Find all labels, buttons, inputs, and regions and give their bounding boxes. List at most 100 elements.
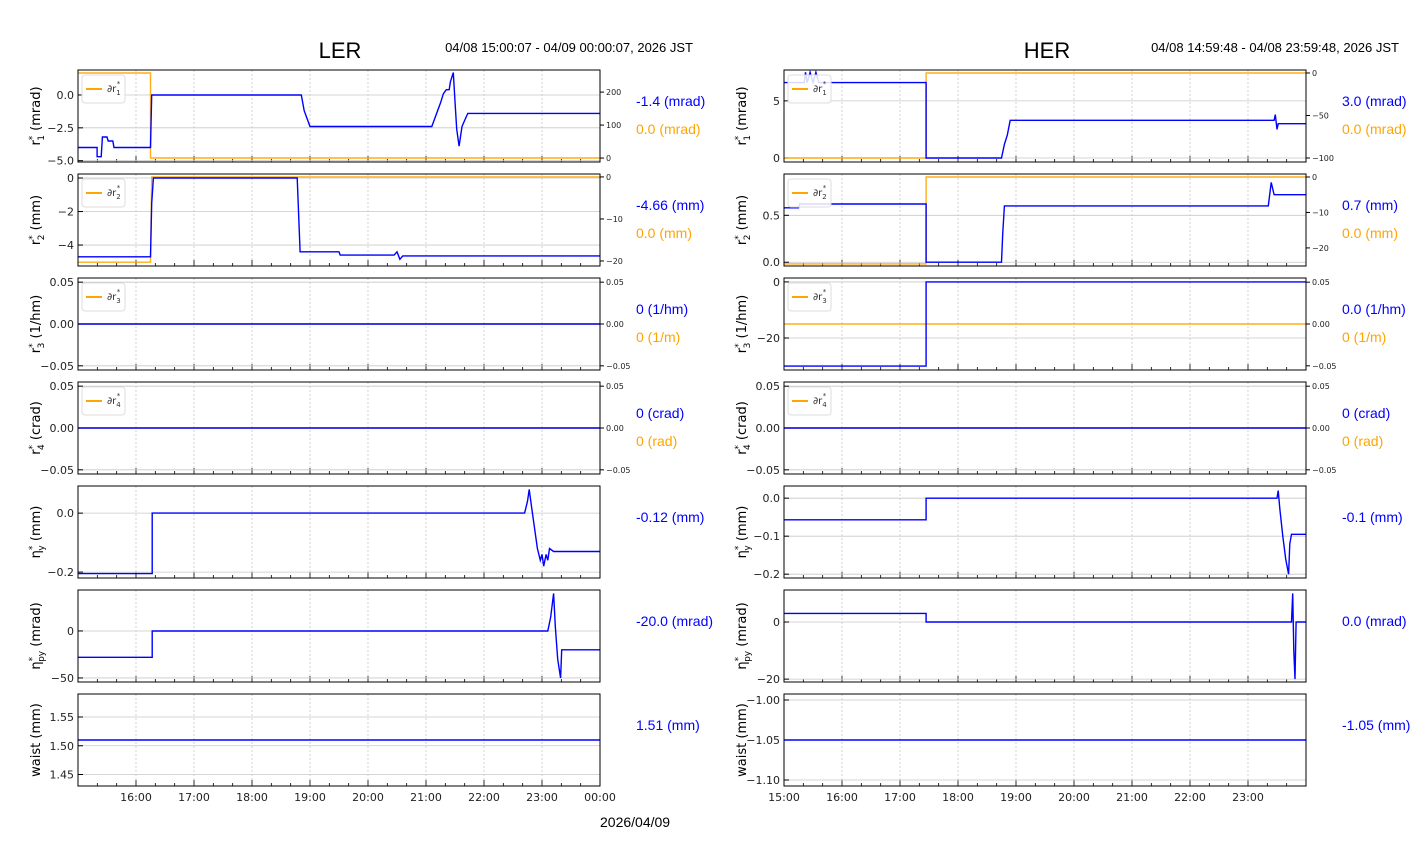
y-axis-label-unit: (mrad) xyxy=(735,602,750,651)
y-axis-label: r*2 (mm) xyxy=(734,195,753,245)
legend-superscript: * xyxy=(823,392,827,400)
current-value-readout: 0.7 (mm) xyxy=(1342,197,1398,213)
x-tick-label: 22:00 xyxy=(468,791,500,804)
y-axis-label-unit: (mm) xyxy=(29,195,44,235)
right-y-tick-label: 0.00 xyxy=(1312,320,1330,329)
y-axis-label-unit: (1/hm) xyxy=(735,295,750,343)
series-line-value xyxy=(784,593,1306,680)
legend-superscript: * xyxy=(823,288,827,296)
y-tick-label: −0.1 xyxy=(753,530,780,543)
right-y-tick-label: 0 xyxy=(1312,173,1317,182)
y-axis-label: r*3 (1/hm) xyxy=(28,295,47,353)
y-axis-label: r*2 (mm) xyxy=(28,195,47,245)
y-axis-label-unit: (mm) xyxy=(735,195,750,235)
y-tick-label: −4 xyxy=(58,239,74,252)
y-axis-label: waist (mm) xyxy=(29,703,44,777)
y-tick-label: −0.05 xyxy=(746,464,780,477)
current-value-readout: -0.1 (mm) xyxy=(1342,509,1403,525)
y-axis-label: r*1 (mrad) xyxy=(734,86,753,145)
panel-7: −1.00 −1.05 −1.10waist (mm) -1.05 (mm) xyxy=(735,693,1410,787)
x-tick-label: 17:00 xyxy=(178,791,210,804)
y-tick-label: −0.05 xyxy=(40,464,74,477)
current-value-readout: 0 (rad) xyxy=(1342,433,1383,449)
current-value-readout: 1.51 (mm) xyxy=(636,717,700,733)
chart-her: HER 04/08 14:59:48 - 04/08 23:59:48, 2026… xyxy=(734,38,1410,804)
right-y-tick-label: 0.00 xyxy=(1312,424,1330,433)
legend-subscript: 1 xyxy=(822,89,826,97)
y-tick-label: 0.0 xyxy=(57,507,75,520)
panel-7: 1.55 1.50 1.45 waist (mm) 1.51 (mm) xyxy=(29,693,700,787)
y-axis-label-unit: (crad) xyxy=(735,401,750,444)
chart-title: HER xyxy=(1024,38,1070,63)
y-tick-label: 0 xyxy=(773,152,780,165)
x-tick-label: 00:00 xyxy=(584,791,616,804)
y-tick-label: 0.5 xyxy=(763,209,781,222)
current-value-readout: 0.0 (mm) xyxy=(1342,225,1398,241)
legend-subscript: 4 xyxy=(116,401,121,409)
right-y-tick-label: −20 xyxy=(606,257,623,266)
y-tick-label: 0.0 xyxy=(763,492,781,505)
series-line-delta xyxy=(78,72,600,159)
y-tick-label: −50 xyxy=(51,672,74,685)
legend-subscript: 1 xyxy=(116,89,120,97)
series-line-value xyxy=(78,593,600,679)
x-tick-label: 17:00 xyxy=(884,791,916,804)
y-tick-label: 1.55 xyxy=(50,711,75,724)
right-y-tick-label: 0 xyxy=(1312,69,1317,78)
panel-4: 0.05 0.00 −0.05 0.05 0.00 −0.05 r*4 (crad) ∂r4*… xyxy=(28,380,684,477)
panel-2: 0 −2 −4 0 −10 −20 r*2 (mm) ∂r2* -4.66 (mm) 0.0 (m… xyxy=(28,172,704,267)
chart-time-range: 04/08 14:59:48 - 04/08 23:59:48, 2026 JS… xyxy=(1151,40,1399,55)
series-line-value xyxy=(78,72,600,158)
y-axis-label-unit: (mm) xyxy=(735,506,750,546)
y-tick-label: −2.5 xyxy=(47,122,74,135)
y-tick-label: −20 xyxy=(757,673,780,686)
y-axis-label: waist (mm) xyxy=(735,703,750,777)
y-axis-label-symbol: waist xyxy=(29,743,44,777)
current-value-readout: 0 (crad) xyxy=(636,405,684,421)
legend-subscript: 4 xyxy=(822,401,827,409)
current-value-readout: 0 (1/m) xyxy=(1342,329,1386,345)
legend-superscript: * xyxy=(823,184,827,192)
panel-frame xyxy=(783,173,1307,267)
y-tick-label: −2 xyxy=(58,206,74,219)
panel-5: 0.0 −0.1 −0.2η*y (mm) -0.1 (mm) xyxy=(734,485,1403,581)
y-axis-label-unit: (mm) xyxy=(735,703,750,743)
series-line-delta xyxy=(784,176,1306,265)
y-axis-label-unit: (mm) xyxy=(29,506,44,546)
beam-optics-chart: LER 04/08 15:00:07 - 04/09 00:00:07, 2026… xyxy=(28,38,1410,804)
y-tick-label: 0.05 xyxy=(50,276,75,289)
current-value-readout: 0.0 (mrad) xyxy=(1342,613,1407,629)
y-axis-label: η*py (mrad) xyxy=(734,602,753,669)
chart-title: LER xyxy=(319,38,362,63)
legend-superscript: * xyxy=(117,80,121,88)
y-tick-label: 0.00 xyxy=(756,422,781,435)
series-line-value xyxy=(784,490,1306,575)
y-tick-label: −1.00 xyxy=(746,694,780,707)
legend: ∂r3* xyxy=(81,282,126,312)
y-axis-label: r*4 (crad) xyxy=(28,401,47,455)
y-axis-label: η*y (mm) xyxy=(28,506,47,559)
x-tick-label: 15:00 xyxy=(768,791,800,804)
chart-ler: LER 04/08 15:00:07 - 04/09 00:00:07, 2026… xyxy=(28,38,713,804)
x-tick-label: 19:00 xyxy=(1000,791,1032,804)
y-tick-label: 0.0 xyxy=(57,89,75,102)
y-tick-label: 0.00 xyxy=(50,422,75,435)
legend-superscript: * xyxy=(117,288,121,296)
y-tick-label: 0.05 xyxy=(756,380,781,393)
y-axis-label-subscript: py xyxy=(743,650,753,662)
x-tick-label: 23:00 xyxy=(1232,791,1264,804)
panel-2: 0.5 0.0 0 −10 −20 r*2 (mm) ∂r2* 0.7 (mm) 0.0 (mm… xyxy=(734,173,1398,269)
series-line-delta xyxy=(784,72,1306,159)
panel-frame xyxy=(77,589,601,683)
panel-6: 0 −50 η*py (mrad) -20.0 (mrad) xyxy=(28,589,713,685)
y-axis-label-unit: (1/hm) xyxy=(29,295,44,343)
current-value-readout: -4.66 (mm) xyxy=(636,197,704,213)
y-tick-label: −0.2 xyxy=(753,568,780,581)
legend-superscript: * xyxy=(117,392,121,400)
current-value-readout: 0 (1/m) xyxy=(636,329,680,345)
right-y-tick-label: 100 xyxy=(606,121,621,130)
series-line-value xyxy=(784,70,1306,159)
x-tick-label: 23:00 xyxy=(526,791,558,804)
y-axis-label-unit: (crad) xyxy=(29,401,44,444)
right-y-tick-label: −10 xyxy=(1312,208,1329,217)
